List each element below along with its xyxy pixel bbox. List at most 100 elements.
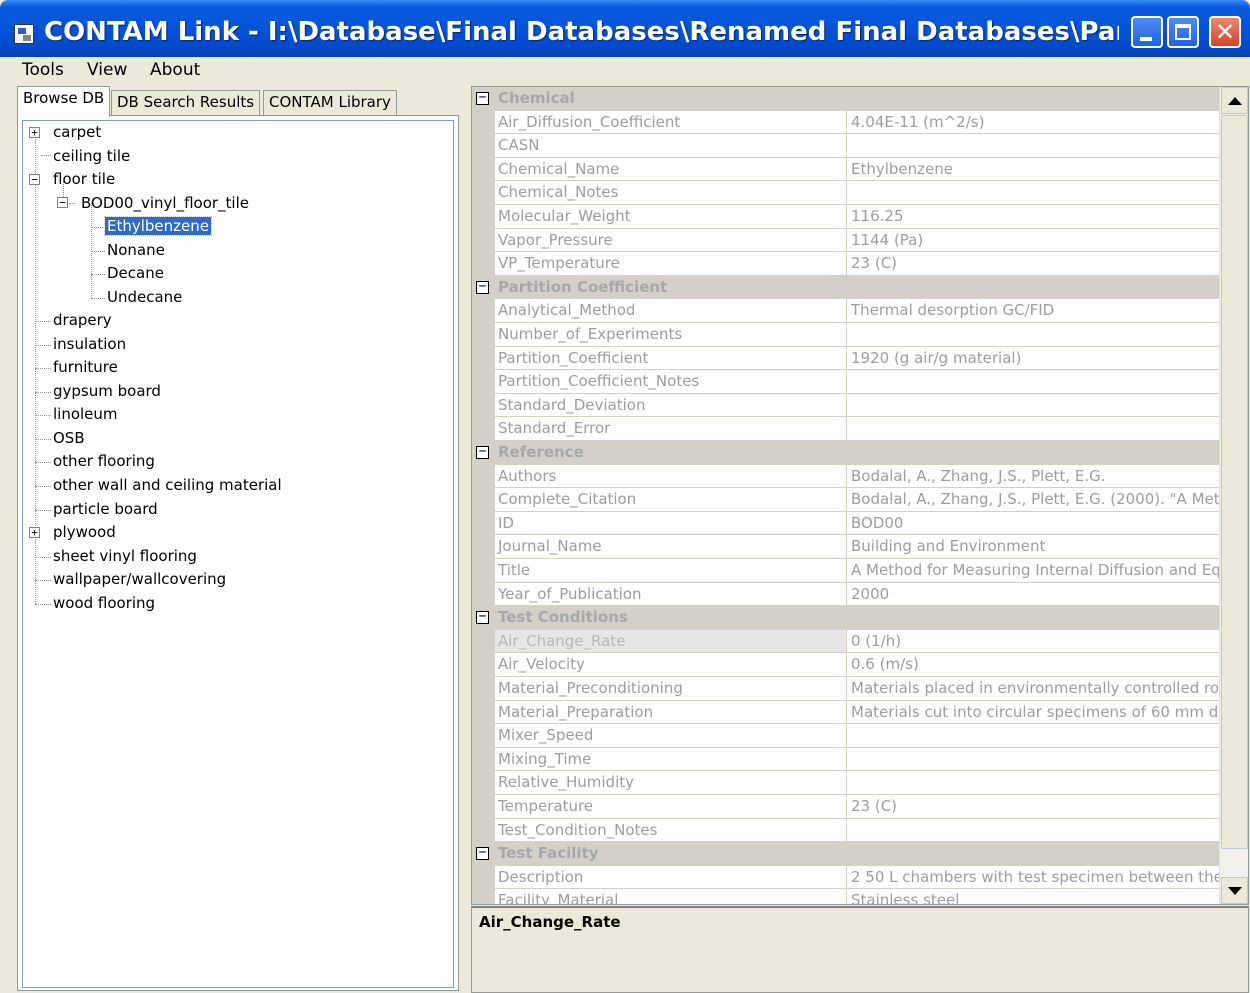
tree-item-linoleum[interactable]: linoleum	[51, 403, 120, 426]
grid-row[interactable]: Title A Method for Measuring Internal Dif…	[472, 559, 1219, 583]
grid-row[interactable]: Relative_Humidity	[472, 771, 1219, 795]
expand-carpet-icon[interactable]: +	[29, 127, 40, 138]
grid-row[interactable]: Number_of_Experiments	[472, 323, 1219, 347]
tree-connector	[41, 155, 51, 156]
menu-tools[interactable]: Tools	[22, 60, 64, 80]
minimize-icon	[1140, 37, 1152, 41]
tree-item-carpet[interactable]: carpet	[51, 121, 103, 144]
tab-db-search-results[interactable]: DB Search Results	[111, 90, 261, 116]
collapse-floor-tile-icon[interactable]: −	[29, 174, 40, 185]
tree-item-nonane[interactable]: Nonane	[105, 239, 167, 262]
grid-row[interactable]: Authors Bodalal, A., Zhang, J.S., Plett, …	[472, 464, 1219, 489]
tree-item-wood-flooring[interactable]: wood flooring	[51, 592, 157, 615]
tree-item-insulation[interactable]: insulation	[51, 333, 128, 356]
property-grid[interactable]: − Chemical Air_Diffusion_Coefficient 4.04…	[471, 86, 1249, 905]
tab-strip: Browse DB DB Search Results CONTAM Libra…	[17, 86, 457, 117]
category-test-conditions[interactable]: − Test Conditions	[472, 606, 1219, 630]
tree-item-decane[interactable]: Decane	[105, 262, 166, 285]
tree-connector	[35, 415, 51, 416]
grid-row[interactable]: Mixer_Speed	[472, 724, 1219, 748]
tree-item-undecane[interactable]: Undecane	[105, 286, 184, 309]
grid-row[interactable]: Molecular_Weight 116.25	[472, 205, 1219, 229]
tree-item-drapery[interactable]: drapery	[51, 309, 114, 332]
tree-connector	[35, 368, 51, 369]
grid-row[interactable]: VP_Temperature 23 (C)	[472, 252, 1219, 276]
minimize-button[interactable]	[1131, 16, 1163, 48]
grid-row[interactable]: Chemical_Name Ethylbenzene	[472, 157, 1219, 182]
scroll-thumb[interactable]	[1221, 115, 1248, 849]
collapse-icon[interactable]: −	[476, 445, 489, 459]
tree-item-osb[interactable]: OSB	[51, 427, 87, 450]
maximize-icon	[1175, 24, 1191, 40]
grid-row[interactable]: Partition_Coefficient 1920 (g air/g mater…	[472, 346, 1219, 371]
tree-item-sheet-vinyl-flooring[interactable]: sheet vinyl flooring	[51, 545, 199, 568]
tab-browse-db[interactable]: Browse DB	[17, 86, 111, 117]
grid-row[interactable]: Journal_Name Building and Environment	[472, 535, 1219, 559]
scroll-down-button[interactable]	[1221, 877, 1248, 904]
grid-row[interactable]: Standard_Deviation	[472, 393, 1219, 418]
grid-row[interactable]: Partition_Coefficient_Notes	[472, 370, 1219, 394]
collapse-icon[interactable]: −	[476, 91, 489, 105]
close-button[interactable]: ✕	[1209, 16, 1241, 48]
category-test-facility[interactable]: − Test Facility	[472, 842, 1219, 866]
grid-row[interactable]: Year_of_Publication 2000	[472, 582, 1219, 607]
grid-row[interactable]: Material_Preparation Materials cut into c…	[472, 700, 1219, 725]
tree-item-bod00-vinyl-floor-tile[interactable]: BOD00_vinyl_floor_tile	[79, 192, 251, 215]
collapse-icon[interactable]: −	[476, 846, 489, 861]
grid-row[interactable]: Facility_Material Stainless steel	[472, 889, 1219, 904]
scroll-up-button[interactable]	[1221, 87, 1248, 114]
expand-plywood-icon[interactable]: +	[29, 527, 40, 538]
grid-row[interactable]: Analytical_Method Thermal desorption GC/F…	[472, 299, 1219, 323]
grid-row[interactable]: Chemical_Notes	[472, 181, 1219, 205]
title-bar: CONTAM Link - I:\Database\Final Database…	[0, 0, 1250, 57]
tree-item-gypsum-board[interactable]: gypsum board	[51, 380, 163, 403]
tree-item-ethylbenzene[interactable]: Ethylbenzene	[103, 215, 213, 238]
tree-connector	[35, 462, 51, 463]
tree-view[interactable]: + − − + carpet ceiling tile floor tile B…	[22, 120, 454, 988]
grid-row[interactable]: Temperature 23 (C)	[472, 795, 1219, 819]
tree-connector	[35, 557, 51, 558]
tab-contam-library[interactable]: CONTAM Library	[263, 90, 397, 116]
tree-connector	[35, 321, 51, 322]
tree-connector	[91, 251, 105, 252]
menu-view[interactable]: View	[87, 60, 127, 80]
tree-item-particle-board[interactable]: particle board	[51, 498, 160, 521]
grid-row[interactable]: Air_Velocity 0.6 (m/s)	[472, 653, 1219, 677]
tree-connector	[35, 345, 51, 346]
category-reference[interactable]: − Reference	[472, 441, 1219, 465]
grid-row[interactable]: Standard_Error	[472, 417, 1219, 441]
collapse-bod00-icon[interactable]: −	[57, 197, 68, 208]
category-partition-coefficient[interactable]: − Partition Coefficient	[472, 275, 1219, 300]
grid-row[interactable]: Vapor_Pressure 1144 (Pa)	[472, 228, 1219, 253]
tree-connector	[35, 510, 51, 511]
grid-row[interactable]: Test_Condition_Notes	[472, 818, 1219, 843]
close-icon: ✕	[1214, 18, 1236, 46]
grid-row[interactable]: Complete_Citation Bodalal, A., Zhang, J.S…	[472, 488, 1219, 512]
tree-item-wallpaper[interactable]: wallpaper/wallcovering	[51, 568, 228, 591]
tree-item-other-wall-and-ceiling[interactable]: other wall and ceiling material	[51, 474, 284, 497]
tree-item-other-flooring[interactable]: other flooring	[51, 450, 157, 473]
tree-item-furniture[interactable]: furniture	[51, 356, 120, 379]
maximize-button[interactable]	[1167, 16, 1199, 48]
collapse-icon[interactable]: −	[476, 610, 489, 625]
grid-row[interactable]: Air_Diffusion_Coefficient 4.04E-11 (m^2/s…	[472, 110, 1219, 135]
grid-row-selected[interactable]: Air_Change_Rate 0 (1/h)	[472, 629, 1219, 654]
vertical-scrollbar[interactable]	[1219, 87, 1248, 904]
grid-row[interactable]: CASN	[472, 134, 1219, 158]
menu-about[interactable]: About	[150, 60, 200, 80]
category-chemical[interactable]: − Chemical	[472, 87, 1219, 111]
grid-row[interactable]: Description 2 50 L chambers with test spe…	[472, 865, 1219, 890]
tree-connector	[91, 298, 105, 299]
window-title: CONTAM Link - I:\Database\Final Database…	[44, 17, 1119, 47]
tree-item-floor-tile[interactable]: floor tile	[51, 168, 117, 191]
tree-connector	[91, 274, 105, 275]
tree-item-ceiling-tile[interactable]: ceiling tile	[51, 145, 132, 168]
grid-row[interactable]: ID BOD00	[472, 511, 1219, 536]
tree-connector	[35, 439, 51, 440]
tree-item-plywood[interactable]: plywood	[51, 521, 118, 544]
collapse-icon[interactable]: −	[476, 280, 489, 294]
tree-connector	[69, 203, 75, 204]
app-icon[interactable]	[14, 24, 34, 44]
grid-row[interactable]: Material_Preconditioning Materials placed…	[472, 677, 1219, 701]
grid-row[interactable]: Mixing_Time	[472, 747, 1219, 772]
